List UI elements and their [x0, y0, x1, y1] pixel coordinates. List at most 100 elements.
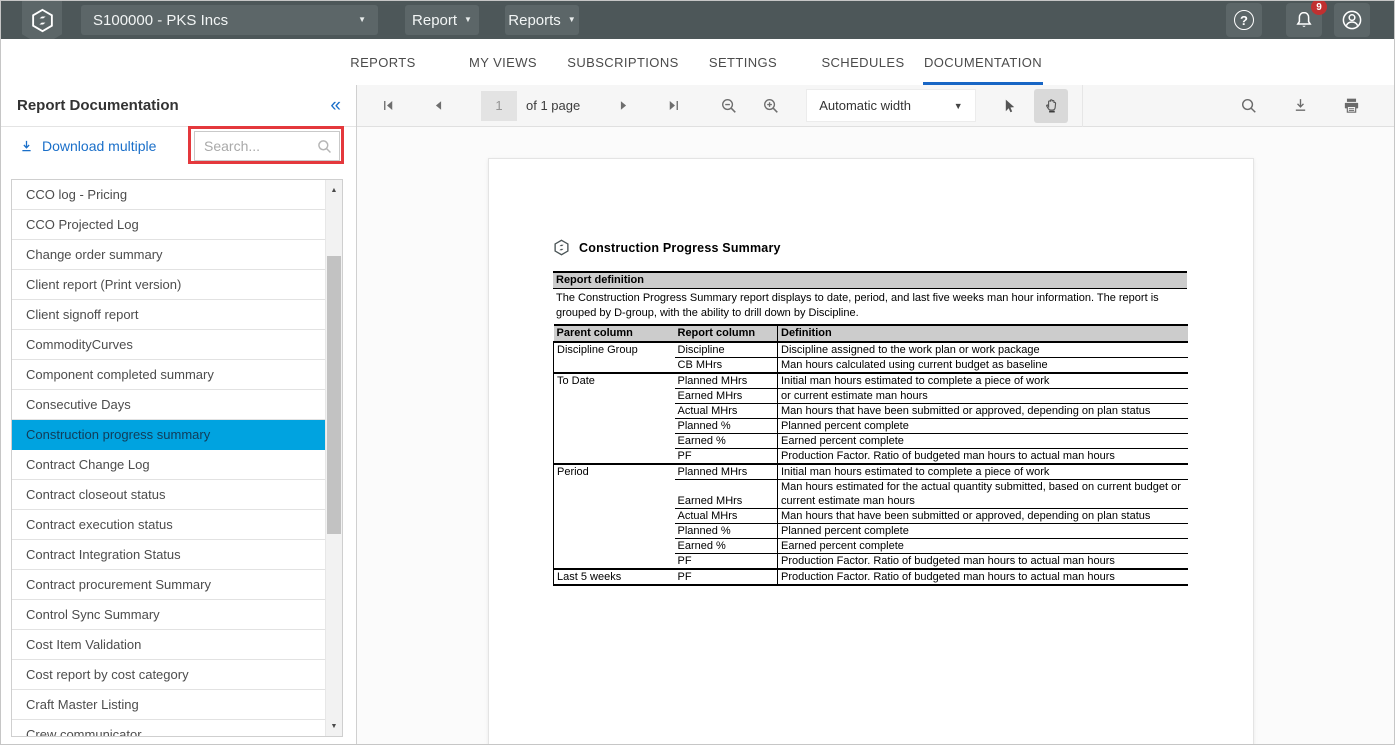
report-list-item[interactable]: Contract Integration Status — [12, 540, 325, 570]
tab-label: MY VIEWS — [469, 55, 537, 70]
definition-cell: Planned percent complete — [778, 419, 1188, 434]
report-list-item[interactable]: Cost report by cost category — [12, 660, 325, 690]
report-column-cell: Actual MHrs — [675, 404, 778, 419]
tab-item[interactable]: MY VIEWS — [443, 39, 563, 85]
viewer-toolbar: 1 of 1 page Automatic width ▼ — [357, 85, 1394, 127]
pan-hand-tool-button[interactable] — [1034, 89, 1068, 123]
chevron-down-icon: ▼ — [941, 101, 975, 111]
reports-menu-dropdown[interactable]: Reports ▼ — [505, 5, 579, 35]
parent-column-cell: Last 5 weeks — [554, 569, 675, 585]
report-menu-dropdown[interactable]: Report ▼ — [405, 5, 479, 35]
table-header-parent-column: Parent column — [554, 325, 675, 342]
account-icon — [1341, 9, 1363, 31]
report-list-item-label: Client signoff report — [26, 307, 139, 322]
report-list-item[interactable]: Change order summary — [12, 240, 325, 270]
current-page-input[interactable]: 1 — [481, 91, 517, 121]
search-icon — [316, 138, 333, 155]
tab-label: DOCUMENTATION — [924, 55, 1042, 70]
tab-item[interactable]: SCHEDULES — [803, 39, 923, 85]
report-documentation-sidebar: Report Documentation « Download multiple — [1, 85, 357, 744]
help-button[interactable]: ? — [1226, 3, 1262, 37]
download-document-button[interactable] — [1283, 89, 1317, 123]
report-column-cell: Earned MHrs — [675, 480, 778, 509]
first-page-button[interactable] — [371, 89, 405, 123]
report-list-item[interactable]: Client signoff report — [12, 300, 325, 330]
report-list-item[interactable]: Contract procurement Summary — [12, 570, 325, 600]
download-multiple-button[interactable]: Download multiple — [19, 138, 156, 154]
report-column-cell: Actual MHrs — [675, 509, 778, 524]
report-list-item[interactable]: Craft Master Listing — [12, 690, 325, 720]
report-list-item-label: Cost Item Validation — [26, 637, 141, 652]
parent-column-cell: Discipline Group — [554, 342, 675, 373]
document-viewer-pane: 1 of 1 page Automatic width ▼ — [357, 85, 1394, 744]
tab-item[interactable]: SETTINGS — [683, 39, 803, 85]
tabs-container: REPORTS MY VIEWS SUBSCRIPTIONS SETTINGS … — [323, 39, 1043, 85]
tab-item[interactable]: SUBSCRIPTIONS — [563, 39, 683, 85]
search-document-button[interactable] — [1232, 89, 1266, 123]
report-list-item-label: Construction progress summary — [26, 427, 210, 442]
project-selector-dropdown[interactable]: S100000 - PKS Incs ▼ — [81, 5, 378, 35]
report-column-cell: PF — [675, 449, 778, 465]
report-list-item[interactable]: CCO log - Pricing — [12, 180, 325, 210]
definition-cell: Man hours calculated using current budge… — [778, 358, 1188, 374]
report-column-cell: Earned % — [675, 539, 778, 554]
app-window: S100000 - PKS Incs ▼ Report ▼ Reports ▼ … — [0, 0, 1395, 745]
report-list-item[interactable]: Client report (Print version) — [12, 270, 325, 300]
report-list-item[interactable]: Construction progress summary — [12, 420, 325, 450]
zoom-mode-dropdown[interactable]: Automatic width ▼ — [806, 89, 976, 122]
report-list-item-label: Craft Master Listing — [26, 697, 139, 712]
report-list-item[interactable]: CCO Projected Log — [12, 210, 325, 240]
notifications-button[interactable]: 9 — [1286, 3, 1322, 37]
report-list-item-label: Cost report by cost category — [26, 667, 189, 682]
scroll-up-arrow-icon[interactable]: ▲ — [326, 182, 342, 198]
report-list-item-label: Change order summary — [26, 247, 163, 262]
pointer-tool-button[interactable] — [992, 89, 1026, 123]
report-list-item[interactable]: Consecutive Days — [12, 390, 325, 420]
definition-cell: Discipline assigned to the work plan or … — [778, 342, 1188, 358]
collapse-sidebar-icon[interactable]: « — [330, 96, 341, 115]
report-list-item[interactable]: Control Sync Summary — [12, 600, 325, 630]
report-list-item[interactable]: Crew communicator — [12, 720, 325, 737]
sidebar-search-field — [194, 131, 340, 161]
definition-cell: or current estimate man hours — [778, 389, 1188, 404]
report-list-item-label: Contract Change Log — [26, 457, 150, 472]
report-list-item[interactable]: Contract closeout status — [12, 480, 325, 510]
tab-label: REPORTS — [350, 55, 415, 70]
previous-page-button[interactable] — [421, 89, 455, 123]
next-page-button[interactable] — [606, 89, 640, 123]
tab-label: SUBSCRIPTIONS — [567, 55, 678, 70]
table-header-definition: Definition — [778, 325, 1188, 342]
document-canvas: Construction Progress Summary Report def… — [357, 127, 1394, 744]
tab-item[interactable]: REPORTS — [323, 39, 443, 85]
sidebar-title: Report Documentation — [17, 97, 179, 114]
scrollbar-thumb[interactable] — [327, 256, 341, 534]
notification-badge: 9 — [1311, 0, 1327, 15]
zoom-mode-value: Automatic width — [807, 98, 941, 113]
parent-column-cell: To Date — [554, 373, 675, 464]
sidebar-list-scrollbar[interactable]: ▲ ▼ — [325, 180, 342, 736]
definition-cell: Earned percent complete — [778, 434, 1188, 449]
report-list-item[interactable]: Cost Item Validation — [12, 630, 325, 660]
download-icon — [19, 139, 34, 154]
report-column-cell: Planned MHrs — [675, 373, 778, 389]
print-button[interactable] — [1334, 89, 1368, 123]
zoom-in-button[interactable] — [754, 89, 788, 123]
scroll-down-arrow-icon[interactable]: ▼ — [326, 718, 342, 734]
last-page-button[interactable] — [656, 89, 690, 123]
toolbar-divider — [1082, 85, 1083, 127]
definition-cell: Production Factor. Ratio of budgeted man… — [778, 554, 1188, 570]
report-list-item-label: Crew communicator — [26, 727, 142, 737]
report-definition-text: The Construction Progress Summary report… — [553, 289, 1187, 324]
report-list-item[interactable]: Contract Change Log — [12, 450, 325, 480]
report-list-item-label: Control Sync Summary — [26, 607, 160, 622]
zoom-out-button[interactable] — [712, 89, 746, 123]
report-list-container: CCO log - Pricing CCO Projected Log Chan… — [11, 179, 343, 737]
report-list-item[interactable]: Component completed summary — [12, 360, 325, 390]
definition-cell: Initial man hours estimated to complete … — [778, 373, 1188, 389]
tab-item[interactable]: DOCUMENTATION — [923, 39, 1043, 85]
report-list-item[interactable]: Contract execution status — [12, 510, 325, 540]
account-button[interactable] — [1334, 3, 1370, 37]
report-list-item-label: CCO log - Pricing — [26, 187, 127, 202]
definition-cell: Man hours that have been submitted or ap… — [778, 509, 1188, 524]
report-list-item[interactable]: CommodityCurves — [12, 330, 325, 360]
